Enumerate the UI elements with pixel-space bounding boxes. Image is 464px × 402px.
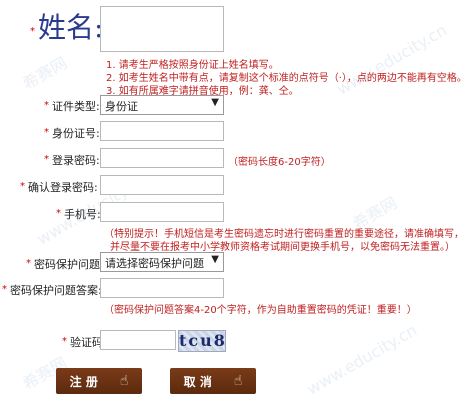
security-question-select[interactable]: 请选择密码保护问题 ▼ bbox=[100, 252, 224, 272]
required-mark: * bbox=[26, 258, 31, 269]
captcha-input[interactable] bbox=[100, 330, 176, 350]
name-title: 姓名: bbox=[38, 11, 104, 44]
phone-input[interactable] bbox=[100, 202, 224, 222]
required-mark: * bbox=[20, 181, 25, 192]
password-hint: （密码长度6-20字符） bbox=[228, 157, 331, 168]
register-button[interactable]: 注 册 ☝ bbox=[56, 368, 142, 394]
required-mark: * bbox=[56, 208, 61, 219]
id-number-label: 身份证号: bbox=[52, 127, 100, 140]
cancel-button-label: 取 消 bbox=[183, 374, 212, 389]
register-button-label: 注 册 bbox=[69, 374, 98, 389]
security-question-value: 请选择密码保护问题 bbox=[105, 257, 204, 270]
required-mark: * bbox=[44, 100, 49, 111]
phone-label: 手机号: bbox=[64, 208, 101, 221]
id-type-label: 证件类型: bbox=[52, 100, 100, 113]
confirm-password-label: 确认登录密码: bbox=[28, 181, 98, 194]
id-type-select[interactable]: 身份证 ▼ bbox=[100, 95, 224, 115]
required-mark: * bbox=[62, 336, 67, 347]
watermark: www.educity.cn bbox=[303, 320, 421, 399]
security-answer-input[interactable] bbox=[100, 278, 224, 298]
security-question-label: 密码保护问题: bbox=[34, 258, 104, 271]
phone-hint-line2: 并尽量不要在报考中小学教师资格考试期间更换手机号，以免密码无法重置。） bbox=[110, 242, 455, 253]
id-type-value: 身份证 bbox=[105, 100, 138, 113]
password-label: 登录密码: bbox=[52, 154, 100, 167]
required-mark: * bbox=[44, 127, 49, 138]
cancel-button[interactable]: 取 消 ☝ bbox=[170, 368, 256, 394]
captcha-label: 验证码 bbox=[70, 336, 103, 349]
required-mark: * bbox=[30, 26, 35, 37]
name-input[interactable] bbox=[100, 6, 224, 52]
chevron-down-icon: ▼ bbox=[211, 97, 219, 108]
hand-pointer-icon: ☝ bbox=[119, 373, 129, 389]
chevron-down-icon: ▼ bbox=[211, 254, 219, 265]
watermark: www.educity.cn bbox=[333, 20, 451, 99]
id-number-input[interactable] bbox=[100, 121, 224, 141]
watermark: 希赛网 bbox=[19, 53, 71, 94]
captcha-image[interactable]: tcu8 bbox=[178, 330, 226, 352]
required-mark: * bbox=[2, 284, 7, 295]
hand-pointer-icon: ☝ bbox=[233, 373, 243, 389]
confirm-password-input[interactable] bbox=[100, 175, 224, 195]
required-mark: * bbox=[44, 154, 49, 165]
password-input[interactable] bbox=[100, 148, 224, 168]
security-answer-label: 密码保护问题答案: bbox=[10, 284, 102, 297]
security-answer-hint: （密码保护问题答案4-20个字符，作为自助重置密码的凭证！重要！） bbox=[104, 305, 417, 316]
